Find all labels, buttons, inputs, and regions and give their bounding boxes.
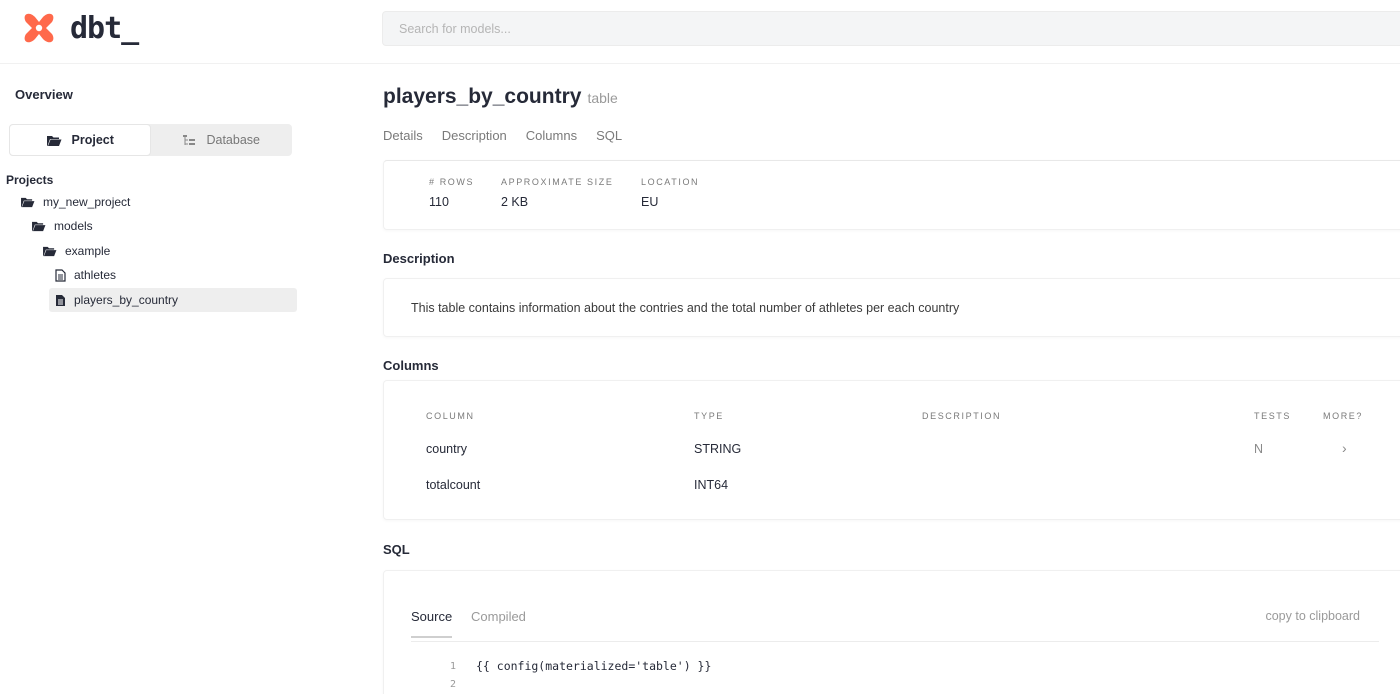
code-line: {{ config(materialized='table') }} (476, 659, 712, 673)
type-header: TYPE (694, 411, 724, 421)
columns-heading: Columns (383, 358, 439, 373)
section-tabs: Details Description Columns SQL (383, 128, 641, 143)
column-name: country (426, 442, 467, 456)
stat-value: 110 (429, 195, 449, 209)
tab-details[interactable]: Details (383, 128, 423, 143)
model-name: players_by_country (383, 85, 582, 108)
folder-open-icon (46, 135, 62, 146)
columns-card: COLUMN TYPE DESCRIPTION TESTS MORE? coun… (383, 380, 1400, 520)
stat-rows: # ROWS 110 (429, 177, 474, 209)
description-card: This table contains information about th… (383, 278, 1400, 337)
chevron-right-icon[interactable]: › (1342, 440, 1347, 456)
details-card: # ROWS 110 APPROXIMATE SIZE 2 KB LOCATIO… (383, 160, 1400, 230)
logo-text: dbt_ (70, 10, 139, 46)
copy-to-clipboard-button[interactable]: copy to clipboard (1265, 609, 1360, 623)
more-header: MORE? (1323, 411, 1364, 421)
dbt-logo-icon (24, 13, 54, 43)
column-tests: N (1254, 442, 1264, 456)
column-header: COLUMN (426, 411, 475, 421)
column-type: INT64 (694, 478, 729, 492)
stat-location: LOCATION EU (641, 177, 699, 209)
projects-heading: Projects (6, 173, 54, 187)
tab-description[interactable]: Description (442, 128, 507, 143)
divider (411, 641, 1379, 642)
column-name: totalcount (426, 478, 481, 492)
stat-label: APPROXIMATE SIZE (501, 177, 614, 187)
tree-item-models[interactable]: models (31, 215, 93, 237)
tree-item-label: models (54, 219, 93, 233)
stat-size: APPROXIMATE SIZE 2 KB (501, 177, 613, 209)
sql-heading: SQL (383, 542, 410, 557)
tests-header: TESTS (1254, 411, 1292, 421)
database-view-label: Database (206, 133, 260, 147)
tab-sql[interactable]: SQL (596, 128, 622, 143)
tab-source[interactable]: Source (411, 609, 453, 638)
overview-link[interactable]: Overview (15, 87, 73, 102)
model-type-badge: table (587, 90, 618, 106)
stat-value: EU (641, 195, 659, 209)
tree-item-my-new-project[interactable]: my_new_project (20, 191, 130, 213)
view-toggle: Project Database (9, 124, 292, 156)
column-type: STRING (694, 442, 742, 456)
project-view-button[interactable]: Project (9, 124, 151, 156)
tree-item-label: my_new_project (43, 195, 131, 209)
sidebar: dbt_ Overview Project Database Projects (0, 0, 370, 694)
database-view-button[interactable]: Database (151, 124, 293, 156)
tab-columns[interactable]: Columns (526, 128, 577, 143)
sql-card: Source Compiled copy to clipboard 1 {{ c… (383, 570, 1400, 694)
tree-item-label: example (65, 244, 111, 258)
tree-item-label: players_by_country (74, 293, 179, 307)
tree-item-label: athletes (74, 268, 117, 282)
folder-open-icon (21, 197, 35, 208)
file-icon (56, 294, 65, 306)
description-header: DESCRIPTION (922, 411, 1002, 421)
page-title: players_by_country table (383, 85, 618, 109)
file-icon (55, 268, 66, 282)
line-number: 2 (450, 679, 457, 690)
tree-item-example[interactable]: example (42, 240, 110, 262)
tab-compiled[interactable]: Compiled (471, 609, 526, 624)
folder-open-icon (43, 246, 57, 257)
description-text: This table contains information about th… (411, 301, 960, 315)
tree-item-athletes[interactable]: athletes (55, 264, 116, 286)
logo[interactable]: dbt_ (22, 8, 139, 48)
tree-icon (183, 134, 196, 145)
folder-open-icon (32, 221, 46, 232)
stat-label: # ROWS (429, 177, 475, 187)
tree-item-players-by-country[interactable]: players_by_country (49, 288, 297, 312)
stat-label: LOCATION (641, 177, 700, 187)
search-input[interactable] (382, 11, 1400, 46)
project-view-label: Project (71, 133, 114, 147)
line-number: 1 (450, 661, 457, 672)
description-heading: Description (383, 251, 455, 266)
stat-value: 2 KB (501, 195, 529, 209)
